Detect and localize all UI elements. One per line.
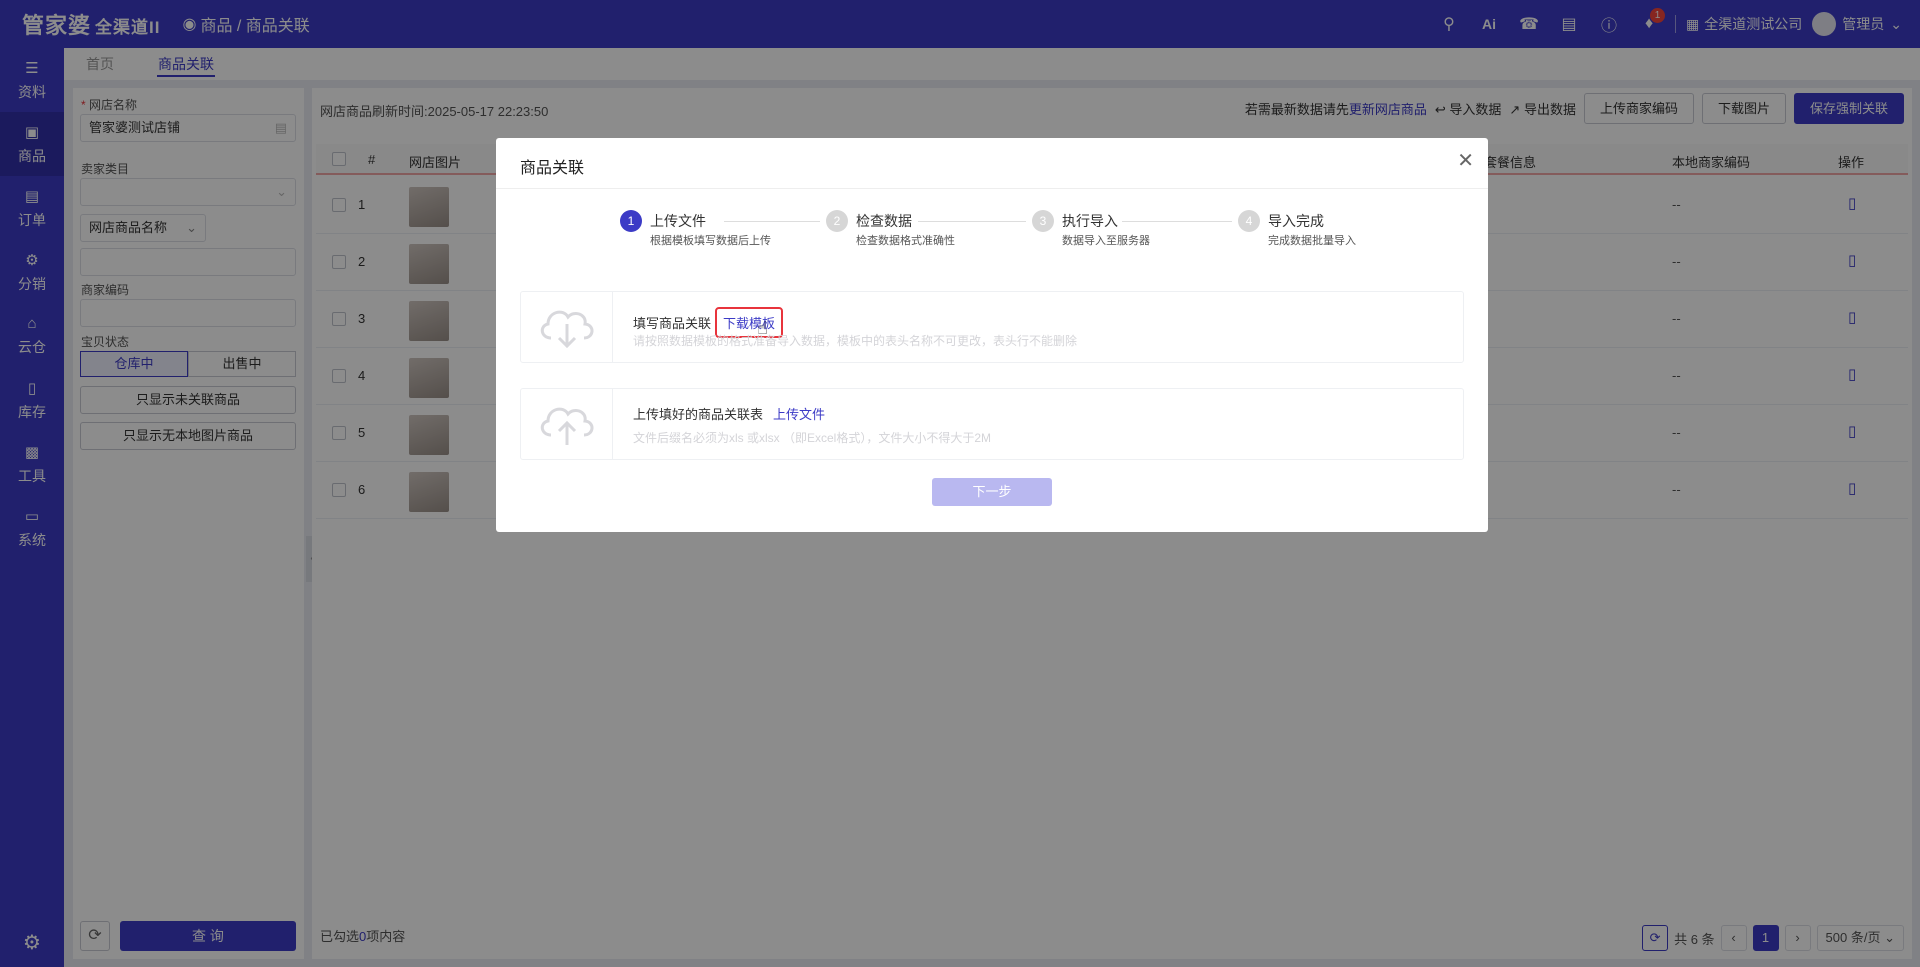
cloud-upload-icon xyxy=(521,389,613,459)
step-execute: 3 执行导入 数据导入至服务器 xyxy=(1032,210,1150,248)
upload-file-card: 上传填好的商品关联表 上传文件 文件后缀名必须为xls 或xlsx （即Excel… xyxy=(520,388,1464,460)
step-done: 4 导入完成 完成数据批量导入 xyxy=(1238,210,1356,248)
goods-link-dialog: 商品关联 ✕ 1 上传文件 根据模板填写数据后上传 2 检查数据 检查数据格式准确性 3… xyxy=(496,138,1488,532)
step-connector xyxy=(918,221,1026,222)
dialog-title: 商品关联 xyxy=(520,160,585,177)
pointer-cursor-icon: ☝ xyxy=(757,318,768,338)
close-icon[interactable]: ✕ xyxy=(1457,148,1474,173)
cloud-download-icon xyxy=(521,292,613,362)
file-requirements: 文件后缀名必须为xls 或xlsx （即Excel格式），文件大小不得大于2M xyxy=(633,431,992,445)
next-step-button[interactable]: 下一步 xyxy=(932,478,1052,506)
step-check: 2 检查数据 检查数据格式准确性 xyxy=(826,210,955,248)
upload-goods-link-title: 上传填好的商品关联表 xyxy=(633,407,764,422)
step-connector xyxy=(724,221,820,222)
download-template-card: 填写商品关联 下载模板 请按照数据模板的格式准备导入数据，模板中的表头名称不可更改… xyxy=(520,291,1464,363)
divider xyxy=(496,188,1488,189)
upload-file-link[interactable]: 上传文件 xyxy=(773,404,825,423)
fill-goods-link-title: 填写商品关联 xyxy=(633,316,712,331)
step-upload: 1 上传文件 根据模板填写数据后上传 xyxy=(620,210,771,248)
template-instructions: 请按照数据模板的格式准备导入数据，模板中的表头名称不可更改，表头行不能删除 xyxy=(633,334,1078,348)
step-connector xyxy=(1122,221,1232,222)
